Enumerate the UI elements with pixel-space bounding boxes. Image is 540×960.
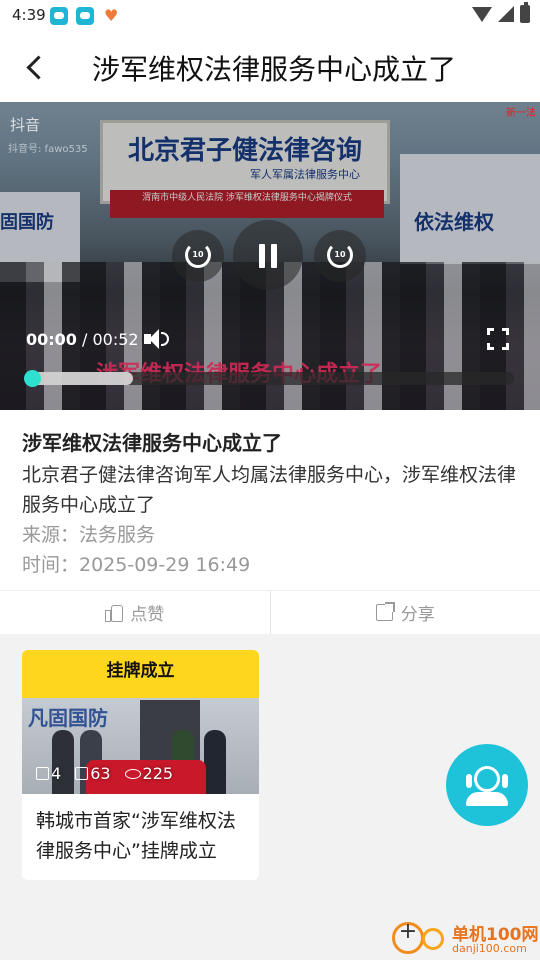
site-watermark: 单机100网 danji100.com [392, 918, 540, 960]
brand-url: danji100.com [452, 942, 527, 955]
view-count-value: 225 [142, 764, 174, 783]
rewind-10-button[interactable]: 10 [172, 230, 224, 282]
article-title: 涉军维权法律服务中心成立了 [22, 431, 282, 455]
like-count-value: 4 [51, 764, 62, 783]
share-count-value: 63 [90, 764, 111, 783]
article-info: 涉军维权法律服务中心成立了 北京君子健法律咨询军人均属法律服务中心，涉军维权法律… [0, 410, 540, 590]
douyin-id: 抖音号: fawo535 [8, 144, 88, 155]
share-count: 63 [75, 764, 111, 783]
thumb-banner: 挂牌成立 [22, 650, 259, 698]
like-label: 点赞 [130, 605, 165, 625]
share-icon [75, 767, 89, 780]
battery-icon [520, 2, 530, 23]
share-icon [375, 602, 395, 621]
volume-icon[interactable] [142, 326, 170, 352]
douyin-watermark: 抖音 [10, 116, 41, 134]
video-corner-text: 新一法 [506, 108, 536, 119]
card-thumbnail: 挂牌成立 凡固国防 4 63 225 [22, 650, 259, 794]
duration: 00:52 [92, 330, 139, 349]
support-agent-body [466, 792, 508, 806]
thumbs-up-icon [105, 604, 124, 622]
customer-service-button[interactable] [446, 744, 528, 826]
card-title: 韩城市首家“涉军维权法律服务中心”挂牌成立 [36, 810, 236, 862]
thumb-banner-text: 挂牌成立 [106, 661, 175, 681]
headset-icon [466, 774, 472, 788]
system-icons [472, 2, 530, 23]
support-agent-icon [474, 766, 500, 792]
buffer-bar [26, 372, 133, 385]
share-label: 分享 [400, 605, 435, 625]
video-time: 00:00 / 00:52 [26, 330, 139, 349]
thumb-person [204, 730, 226, 794]
status-time: 4:39 [12, 6, 46, 24]
headset-icon [502, 774, 508, 788]
wifi-icon [472, 6, 492, 22]
signal-icon [498, 6, 514, 22]
article-summary: 北京君子健法律咨询军人均属法律服务中心，涉军维权法律服务中心成立了 [22, 464, 517, 516]
action-bar: 点赞 分享 [0, 590, 540, 634]
notification-app-icon [50, 7, 68, 25]
notification-app-icon [76, 7, 94, 25]
fullscreen-icon[interactable] [487, 328, 509, 350]
share-button[interactable]: 分享 [271, 591, 540, 634]
view-count: 225 [124, 764, 174, 783]
card-stats: 4 63 225 [36, 764, 249, 783]
back-button[interactable] [14, 46, 56, 88]
brand-logo-icon [392, 919, 424, 954]
like-button[interactable]: 点赞 [0, 591, 271, 634]
video-progress-bar[interactable] [24, 370, 514, 387]
thumbs-up-icon [36, 767, 49, 780]
eye-icon [124, 768, 141, 779]
thumb-wall-text: 凡固国防 [28, 706, 108, 730]
brand-logo-icon [422, 928, 444, 950]
status-bar: 4:39 ♥ [0, 0, 540, 32]
related-video-card[interactable]: 挂牌成立 凡固国防 4 63 225 韩城市首家“涉军维权法律服务中心”挂牌成立 [22, 650, 259, 880]
pause-button[interactable] [233, 220, 303, 290]
thumb-person [52, 730, 74, 794]
rewind-label: 10 [192, 250, 204, 259]
top-bar: 涉军维权法律服务中心成立了 [0, 32, 540, 102]
time-separator: / [76, 330, 93, 349]
article-time: 时间：2025-09-29 16:49 [22, 554, 251, 576]
like-count: 4 [36, 764, 61, 783]
heart-icon: ♥ [104, 6, 119, 25]
forward-label: 10 [334, 250, 346, 259]
progress-handle[interactable] [24, 370, 41, 387]
video-player[interactable]: 固国防 依法维权 北京君子健法律咨询 军人军属法律服务中心 渭南市中级人民法院 … [0, 102, 540, 410]
page-title: 涉军维权法律服务中心成立了 [92, 53, 457, 86]
article-source: 来源：法务服务 [22, 524, 156, 546]
current-time: 00:00 [26, 330, 77, 349]
forward-10-button[interactable]: 10 [314, 230, 366, 282]
